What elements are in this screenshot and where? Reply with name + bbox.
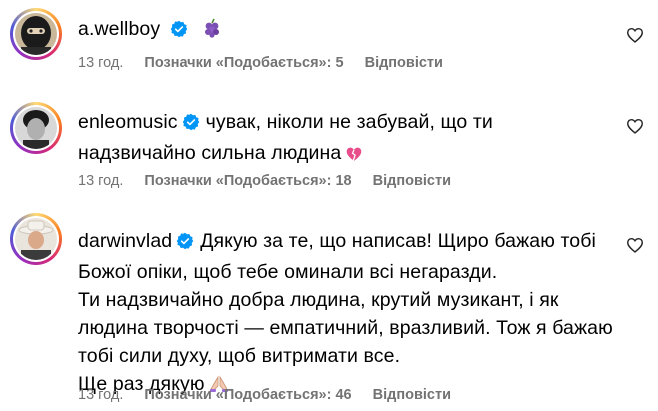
reply-button[interactable]: Відповісти xyxy=(373,173,451,189)
comment-2: enleomusic чувак, ніколи не забувай, що т… xyxy=(0,95,658,205)
likes-count[interactable]: Позначки «Подобається»: 18 xyxy=(144,173,351,189)
username[interactable]: darwinvlad xyxy=(78,230,172,252)
comment-time: 13 год. xyxy=(78,55,124,71)
comment-line-1: darwinvlad Дякую за те, що написав! Щиро … xyxy=(78,227,616,258)
like-heart-icon[interactable] xyxy=(626,237,644,258)
username[interactable]: enleomusic xyxy=(78,111,178,133)
avatar-enleomusic[interactable] xyxy=(10,102,62,154)
comment-text-line: тобі сили духу, щоб витримати все. xyxy=(78,345,401,367)
grape-emoji-icon xyxy=(203,18,221,46)
verified-badge-icon xyxy=(176,230,194,258)
comment-text-line: Дякую за те, що написав! Щиро бажаю тобі xyxy=(200,230,596,252)
reply-button[interactable]: Відповісти xyxy=(373,387,451,403)
comment-1: a.wellboy 13 год. Позначки «Подобається»… xyxy=(0,0,658,95)
like-heart-icon[interactable] xyxy=(626,118,644,139)
comment-time: 13 год. xyxy=(78,387,124,403)
username[interactable]: a.wellboy xyxy=(78,18,160,40)
likes-count[interactable]: Позначки «Подобається»: 46 xyxy=(144,387,351,403)
comment-time: 13 год. xyxy=(78,173,124,189)
comment-text-line: Ти надзвичайно добра людина, крутий музи… xyxy=(78,289,559,311)
verified-badge-icon xyxy=(182,111,200,139)
broken-heart-emoji-icon xyxy=(345,142,363,170)
like-heart-icon[interactable] xyxy=(626,27,644,48)
verified-badge-icon xyxy=(170,18,188,46)
comment-3: darwinvlad Дякую за те, що написав! Щиро … xyxy=(0,205,658,411)
comment-text-line: людина творчості — емпатичний, вразливий… xyxy=(78,317,613,339)
avatar-a-wellboy[interactable] xyxy=(10,8,62,60)
likes-count[interactable]: Позначки «Подобається»: 5 xyxy=(144,55,343,71)
avatar-darwinvlad[interactable] xyxy=(10,213,62,265)
comment-text-line: Божої опіки, щоб тебе оминали всі негара… xyxy=(78,261,498,283)
reply-button[interactable]: Відповісти xyxy=(365,55,443,71)
